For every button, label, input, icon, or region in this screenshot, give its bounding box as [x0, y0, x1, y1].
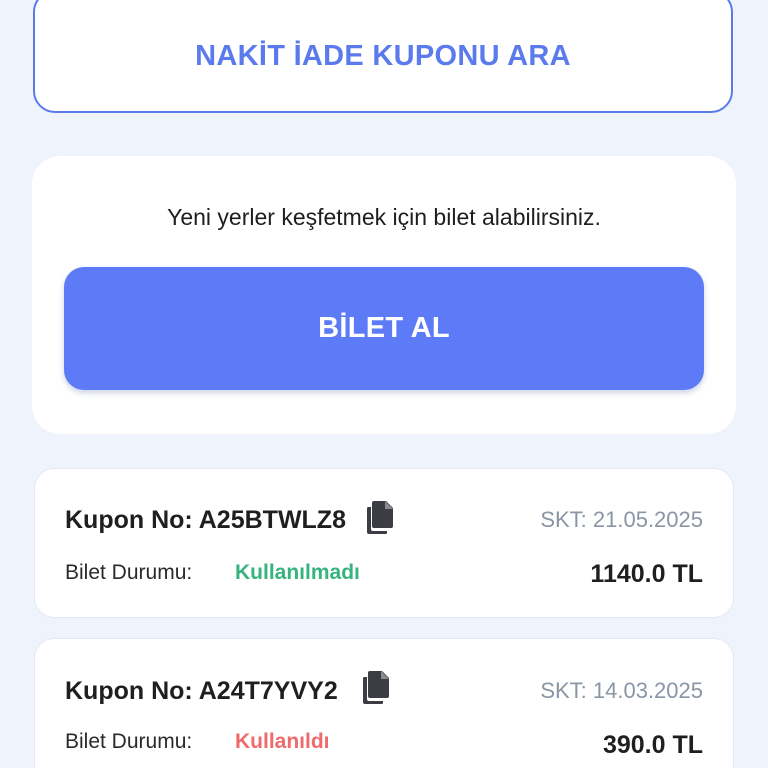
buy-ticket-button[interactable]: BİLET AL	[64, 267, 704, 390]
cashback-coupon-search-label: NAKİT İADE KUPONU ARA	[195, 40, 571, 72]
coupon-card: Kupon No: A25BTWLZ8 SKT: 21.05.2025 Bile…	[34, 468, 734, 618]
coupon-number: Kupon No: A25BTWLZ8	[65, 506, 346, 534]
coupon-amount: 1140.0 TL	[590, 560, 703, 588]
promo-text: Yeni yerler keşfetmek için bilet alabili…	[167, 204, 601, 230]
coupon-card: Kupon No: A24T7YVY2 SKT: 14.03.2025 Bile…	[34, 638, 734, 768]
buy-ticket-label: BİLET AL	[318, 312, 450, 344]
copy-icon[interactable]	[365, 499, 395, 535]
ticket-status-value: Kullanılmadı	[235, 561, 360, 584]
copy-icon[interactable]	[361, 669, 391, 705]
coupon-page: NAKİT İADE KUPONU ARA Yeni yerler keşfet…	[0, 0, 768, 768]
ticket-status-label: Bilet Durumu:	[65, 730, 193, 753]
ticket-status-value: Kullanıldı	[235, 730, 330, 753]
ticket-status-label: Bilet Durumu:	[65, 561, 193, 584]
buy-ticket-card: Yeni yerler keşfetmek için bilet alabili…	[32, 156, 736, 434]
coupon-expiry-date: SKT: 14.03.2025	[540, 678, 703, 703]
coupon-amount: 390.0 TL	[602, 731, 703, 759]
cashback-coupon-search-button[interactable]: NAKİT İADE KUPONU ARA	[33, 0, 733, 113]
coupon-number: Kupon No: A24T7YVY2	[65, 677, 338, 705]
coupon-expiry-date: SKT: 21.05.2025	[540, 507, 703, 532]
